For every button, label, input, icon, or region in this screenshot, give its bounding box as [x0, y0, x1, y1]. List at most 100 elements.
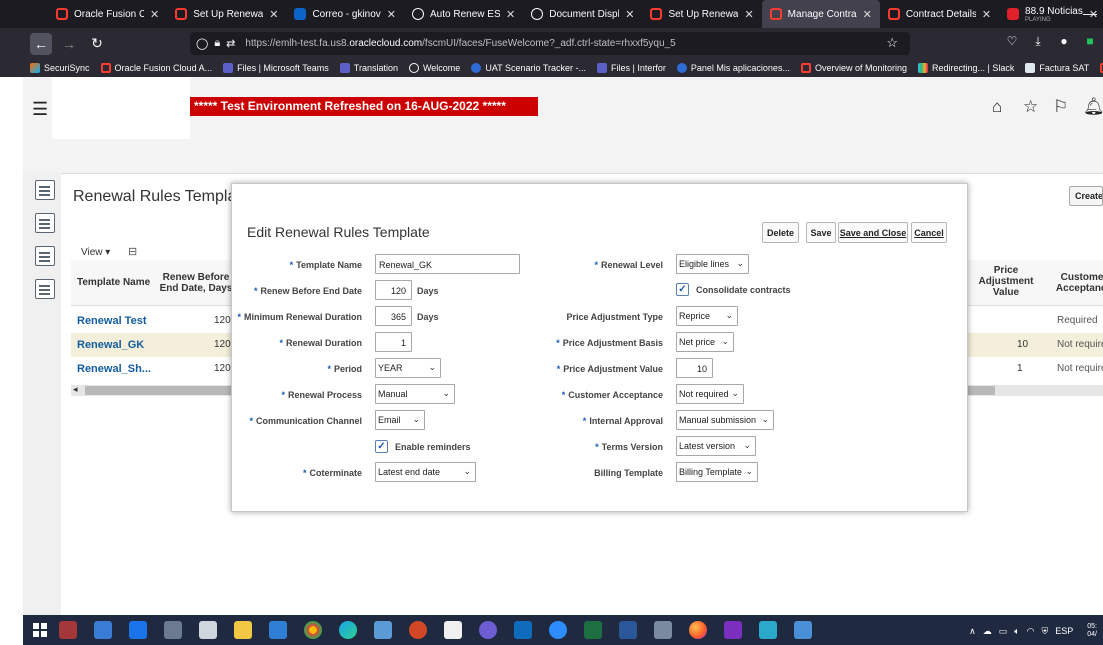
tab-auto-renew[interactable]: Auto Renew ES ✕ — [404, 0, 523, 28]
internal-approval-select[interactable]: Manual submission ⌄ — [676, 410, 774, 430]
forward-arrow-icon[interactable]: → — [58, 33, 80, 55]
close-icon[interactable]: ✕ — [269, 8, 278, 21]
list-icon[interactable] — [35, 180, 55, 200]
permissions-icon[interactable]: ⇄ — [226, 37, 235, 50]
star-icon[interactable]: ☆ — [886, 35, 898, 51]
url-bar[interactable]: ◯ 🔒︎ ⇄ https://emlh-test.fa.us8.oraclecl… — [190, 32, 910, 55]
minimize-icon[interactable]: — — [1083, 5, 1097, 21]
maps-icon[interactable] — [269, 621, 287, 639]
price-adjustment-type-select[interactable]: Reprice ⌄ — [676, 306, 738, 326]
tab-manage-contracts[interactable]: Manage Contra ✕ — [761, 0, 880, 28]
chevron-up-icon[interactable]: ∧ — [969, 626, 976, 637]
consolidate-contracts-checkbox[interactable]: ✓ — [676, 283, 689, 296]
close-icon[interactable]: ✕ — [625, 8, 634, 21]
bookmark-monitoring[interactable]: Overview of Monitoring — [800, 63, 907, 73]
bookmark-welcome[interactable]: Welcome — [408, 63, 460, 73]
bookmark-teams-files[interactable]: Files | Microsoft Teams — [223, 63, 329, 73]
renewal-duration-input[interactable]: 1 — [375, 332, 412, 352]
price-adjustment-value-input[interactable]: 10 — [676, 358, 713, 378]
column-price-adjustment-value[interactable]: Price Adjustment Value — [971, 265, 1041, 298]
securisync-icon[interactable] — [759, 621, 777, 639]
communication-channel-select[interactable]: Email ⌄ — [375, 410, 425, 430]
coterminate-select[interactable]: Latest end date ⌄ — [375, 462, 476, 482]
save-and-close-button[interactable]: Save and Close — [838, 222, 908, 243]
create-button[interactable]: Create — [1069, 186, 1103, 206]
list-icon[interactable] — [35, 279, 55, 299]
tab-contract-details[interactable]: Contract Details ✕ — [880, 0, 999, 28]
enable-reminders-checkbox[interactable]: ✓ — [375, 440, 388, 453]
clock[interactable]: 05: 04/ — [1080, 623, 1097, 639]
word-icon[interactable] — [619, 621, 637, 639]
period-select[interactable]: YEAR ⌄ — [375, 358, 441, 378]
bookmark-securisync[interactable]: SecuriSync — [30, 63, 90, 73]
tab-set-up-renewal-2[interactable]: Set Up Renewal ✕ — [642, 0, 761, 28]
freeze-icon[interactable]: ⊟ — [128, 245, 137, 258]
price-adjustment-basis-select[interactable]: Net price ⌄ — [676, 332, 734, 352]
zoom-icon[interactable] — [549, 621, 567, 639]
close-icon[interactable]: ✕ — [863, 8, 872, 21]
camera-icon[interactable] — [164, 621, 182, 639]
close-icon[interactable]: ✕ — [982, 8, 991, 21]
close-icon[interactable]: ✕ — [387, 8, 396, 21]
column-template-name[interactable]: Template Name — [77, 277, 150, 288]
remote-desktop-icon[interactable] — [374, 621, 392, 639]
calculator-icon[interactable] — [94, 621, 112, 639]
tab-oracle-fusion[interactable]: Oracle Fusion C ✕ — [48, 0, 167, 28]
edit-document-icon[interactable] — [35, 246, 55, 266]
cloud-icon[interactable]: ☁ — [983, 626, 992, 637]
favorites-star-icon[interactable]: ☆ — [1023, 97, 1038, 117]
hamburger-menu-icon[interactable]: ☰ — [32, 99, 48, 120]
min-duration-input[interactable]: 365 — [375, 306, 412, 326]
firefox-icon[interactable] — [689, 621, 707, 639]
renewal-level-select[interactable]: Eligible lines ⌄ — [676, 254, 749, 274]
template-link[interactable]: Renewal Test — [77, 315, 147, 327]
store-icon[interactable] — [444, 621, 462, 639]
settings-gear-icon[interactable] — [199, 621, 217, 639]
outlook-icon[interactable] — [514, 621, 532, 639]
bookmark-translation[interactable]: Translation — [339, 63, 398, 73]
template-name-input[interactable]: Renewal_GK — [375, 254, 520, 274]
extension-green-icon[interactable]: ■ — [1077, 34, 1103, 49]
tab-document-display[interactable]: Document Displ ✕ — [523, 0, 642, 28]
bookmark-oracle-fusion[interactable]: Oracle Fusion Cloud A... — [100, 63, 212, 73]
chevron-left-icon[interactable]: ◂ — [73, 384, 78, 395]
reload-icon[interactable]: ↻ — [86, 33, 108, 55]
template-link[interactable]: Renewal_Sh... — [77, 363, 151, 375]
bookmark-factura-sat[interactable]: Factura SAT — [1025, 63, 1089, 73]
language-indicator[interactable]: ESP — [1055, 626, 1073, 636]
powerpoint-icon[interactable] — [409, 621, 427, 639]
tab-set-up-renewal[interactable]: Set Up Renewal ✕ — [167, 0, 286, 28]
file-explorer-icon[interactable] — [234, 621, 252, 639]
template-link[interactable]: Renewal_GK — [77, 339, 144, 351]
calendar-icon[interactable] — [129, 621, 147, 639]
display-icon[interactable]: ▭ — [999, 626, 1008, 637]
billing-template-select[interactable]: Billing Template ⌄ — [676, 462, 758, 482]
close-icon[interactable]: ✕ — [506, 8, 515, 21]
download-icon[interactable]: ⤓ — [1025, 34, 1051, 49]
snipping-tool-icon[interactable] — [654, 621, 672, 639]
close-icon[interactable]: ✕ — [744, 8, 753, 21]
notes-icon[interactable] — [794, 621, 812, 639]
pocket-icon[interactable]: ♡ — [999, 34, 1025, 49]
shield-icon[interactable]: ⛨ — [1041, 626, 1048, 637]
bookmark-slack[interactable]: Redirecting... | Slack — [918, 63, 1014, 73]
renewal-process-select[interactable]: Manual ⌄ — [375, 384, 455, 404]
shield-icon[interactable]: ◯ — [196, 37, 208, 50]
cancel-button[interactable]: Cancel — [911, 222, 947, 243]
bookmark-uat-tracker[interactable]: UAT Scenario Tracker -... — [471, 63, 586, 73]
extension-icon[interactable]: ● — [1051, 34, 1077, 49]
chrome-icon[interactable] — [304, 621, 322, 639]
glasses-icon[interactable] — [724, 621, 742, 639]
back-arrow-icon[interactable]: ← — [30, 32, 52, 55]
wifi-icon[interactable]: ◠ — [1027, 626, 1035, 637]
tab-correo[interactable]: Correo - gkinov ✕ — [286, 0, 404, 28]
url-text[interactable]: https://emlh-test.fa.us8.oraclecloud.com… — [245, 38, 675, 49]
close-icon[interactable]: ✕ — [150, 8, 159, 21]
customer-acceptance-select[interactable]: Not required ⌄ — [676, 384, 744, 404]
edit-document-icon[interactable] — [35, 213, 55, 233]
flag-icon[interactable]: ⚐ — [1053, 97, 1068, 117]
view-menu[interactable]: View ▾ — [81, 247, 110, 258]
terms-version-select[interactable]: Latest version ⌄ — [676, 436, 756, 456]
access-icon[interactable] — [59, 621, 77, 639]
save-button[interactable]: Save — [806, 222, 836, 243]
